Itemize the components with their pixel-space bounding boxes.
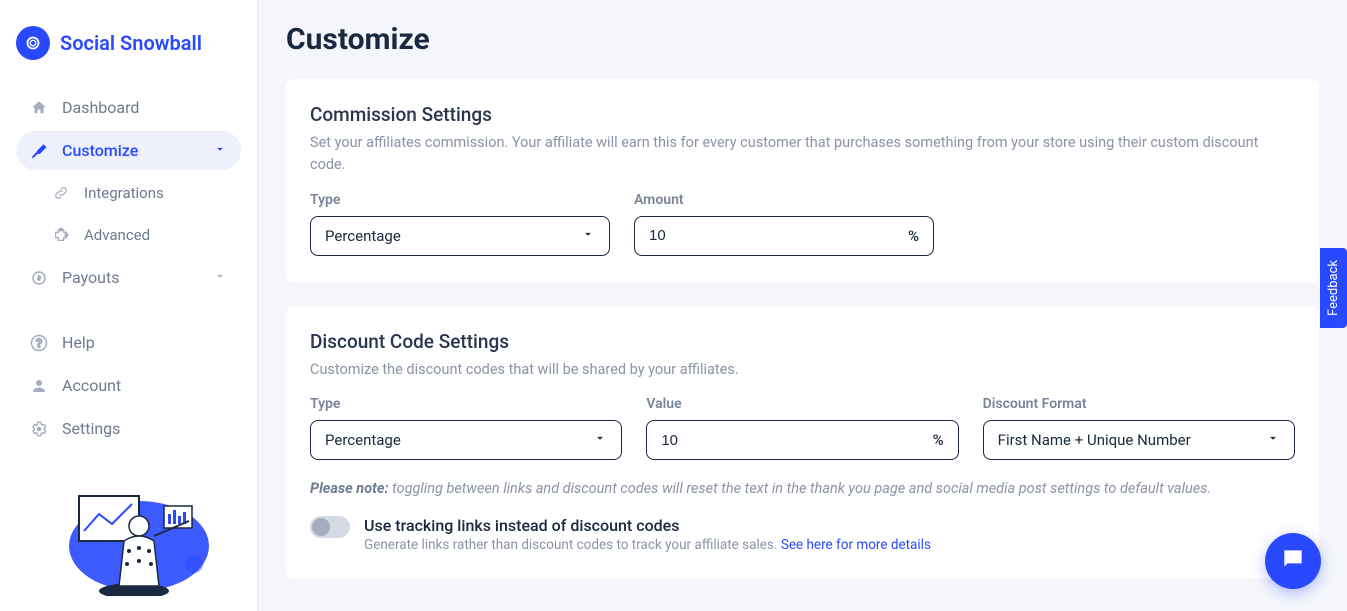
discount-type-select[interactable]: Percentage: [310, 420, 622, 460]
home-icon: [30, 99, 48, 117]
field-label: Amount: [634, 192, 934, 208]
dollar-cycle-icon: [30, 269, 48, 287]
field-label: Type: [310, 192, 610, 208]
user-icon: [30, 377, 48, 395]
commission-settings-card: Commission Settings Set your affiliates …: [286, 79, 1319, 282]
sidebar: Social Snowball Dashboard Customize Inte…: [0, 0, 258, 611]
field-label: Type: [310, 396, 622, 412]
discount-value-input-wrap: %: [646, 420, 958, 460]
select-value: Percentage: [325, 431, 401, 449]
discount-settings-card: Discount Code Settings Customize the dis…: [286, 306, 1319, 580]
tools-icon: [30, 142, 48, 160]
discount-note: Please note: toggling between links and …: [310, 478, 1295, 500]
chat-button[interactable]: [1265, 533, 1321, 589]
commission-type-select[interactable]: Percentage: [310, 216, 610, 256]
commission-amount-input-wrap: %: [634, 216, 934, 256]
sidebar-item-advanced[interactable]: Advanced: [16, 216, 241, 254]
sidebar-illustration: [16, 466, 241, 596]
brand-logo-icon: [16, 26, 50, 60]
toggle-text: Use tracking links instead of discount c…: [364, 516, 931, 553]
commission-title: Commission Settings: [310, 103, 1295, 126]
brand-name: Social Snowball: [60, 31, 202, 55]
question-icon: ?: [30, 334, 48, 352]
gear-icon: [30, 420, 48, 438]
puzzle-icon: [52, 226, 70, 244]
sidebar-item-label: Integrations: [84, 184, 164, 202]
note-bold: Please note:: [310, 480, 389, 497]
field-label: Discount Format: [983, 396, 1295, 412]
sidebar-item-account[interactable]: Account: [16, 366, 241, 405]
feedback-tab[interactable]: Feedback: [1320, 248, 1347, 328]
sidebar-item-label: Payouts: [62, 268, 119, 287]
toggle-sub: Generate links rather than discount code…: [364, 537, 931, 553]
main-content: Customize Commission Settings Set your a…: [258, 0, 1347, 611]
tracking-links-toggle-row: Use tracking links instead of discount c…: [310, 516, 1295, 553]
sidebar-item-label: Advanced: [84, 226, 150, 244]
commission-amount-field: Amount %: [634, 192, 934, 256]
chevron-down-icon: [213, 268, 227, 287]
chevron-down-icon: [1266, 431, 1280, 449]
chevron-down-icon: [581, 227, 595, 245]
commission-desc: Set your affiliates commission. Your aff…: [310, 132, 1295, 176]
sidebar-item-customize[interactable]: Customize: [16, 131, 241, 170]
toggle-title: Use tracking links instead of discount c…: [364, 516, 931, 535]
input-suffix: %: [908, 227, 919, 245]
discount-type-field: Type Percentage: [310, 396, 622, 460]
nav: Dashboard Customize Integrations Advance…: [16, 88, 241, 448]
sidebar-item-label: Dashboard: [62, 98, 139, 117]
chat-icon: [1280, 546, 1306, 576]
sidebar-item-label: Account: [62, 376, 121, 395]
field-label: Value: [646, 396, 958, 412]
discount-format-field: Discount Format First Name + Unique Numb…: [983, 396, 1295, 460]
sidebar-item-label: Help: [62, 333, 95, 352]
sidebar-item-payouts[interactable]: Payouts: [16, 258, 241, 297]
note-text: toggling between links and discount code…: [389, 480, 1212, 497]
svg-text:?: ?: [37, 336, 42, 349]
input-suffix: %: [933, 431, 944, 449]
discount-format-select[interactable]: First Name + Unique Number: [983, 420, 1295, 460]
tracking-links-toggle[interactable]: [310, 516, 350, 538]
toggle-details-link[interactable]: See here for more details: [781, 537, 931, 553]
sidebar-item-settings[interactable]: Settings: [16, 409, 241, 448]
chevron-down-icon: [593, 431, 607, 449]
discount-value-field: Value %: [646, 396, 958, 460]
sidebar-item-help[interactable]: ? Help: [16, 323, 241, 362]
sidebar-item-label: Customize: [62, 141, 138, 160]
toggle-knob: [312, 518, 330, 536]
select-value: First Name + Unique Number: [998, 431, 1191, 449]
sidebar-item-dashboard[interactable]: Dashboard: [16, 88, 241, 127]
sidebar-item-label: Settings: [62, 419, 120, 438]
chevron-down-icon: [213, 141, 227, 160]
discount-title: Discount Code Settings: [310, 330, 1295, 353]
sidebar-item-integrations[interactable]: Integrations: [16, 174, 241, 212]
page-title: Customize: [286, 22, 1319, 57]
brand: Social Snowball: [16, 20, 241, 88]
discount-desc: Customize the discount codes that will b…: [310, 359, 1295, 381]
select-value: Percentage: [325, 227, 401, 245]
link-icon: [52, 184, 70, 202]
commission-amount-input[interactable]: [649, 227, 900, 244]
discount-value-input[interactable]: [661, 432, 924, 449]
commission-type-field: Type Percentage: [310, 192, 610, 256]
